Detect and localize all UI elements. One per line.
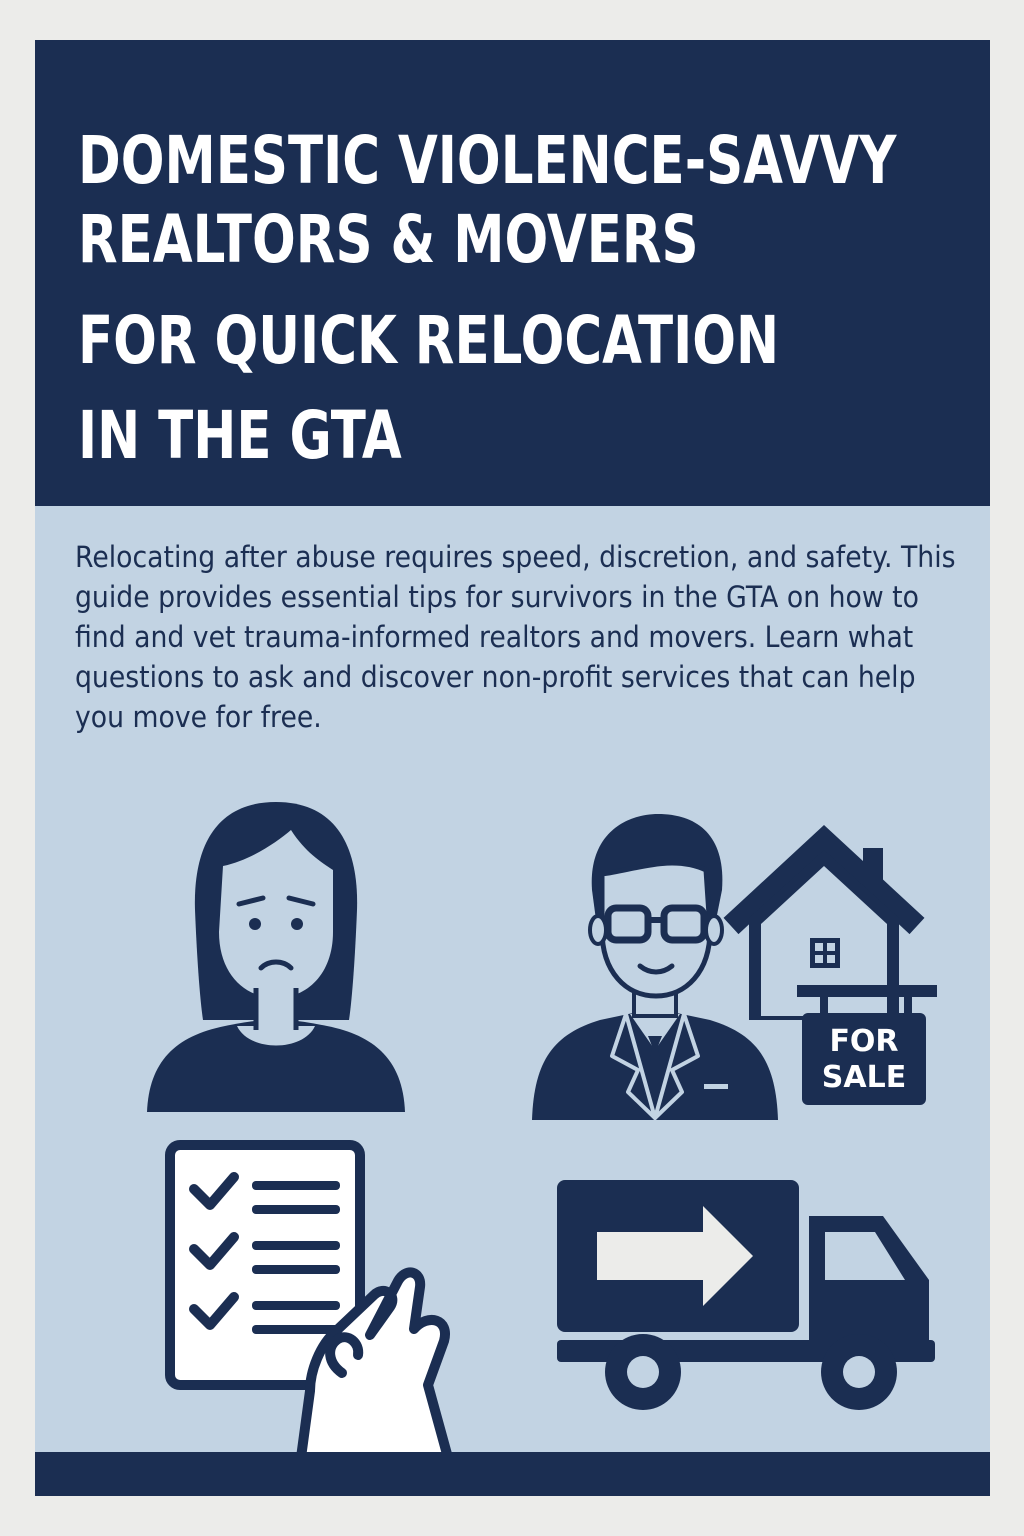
page-title-line-4: IN THE GTA <box>78 397 402 474</box>
survivor-woman-icon <box>147 802 405 1112</box>
checklist-icon <box>165 1140 455 1465</box>
page-title-line-3: FOR QUICK RELOCATION <box>78 302 780 379</box>
for-sale-text-line-2: SALE <box>821 1060 907 1095</box>
intro-paragraph: Relocating after abuse requires speed, d… <box>75 540 956 734</box>
poster: DOMESTIC VIOLENCE-SAVVY REALTORS & MOVER… <box>35 40 990 1496</box>
moving-truck-icon <box>557 1180 935 1410</box>
footer-bar <box>35 1452 990 1496</box>
page-title-line-2: REALTORS & MOVERS <box>78 201 699 278</box>
for-sale-text-line-1: FOR <box>829 1024 899 1059</box>
page-title-line-1: DOMESTIC VIOLENCE-SAVVY <box>78 122 897 199</box>
for-sale-sign-icon: FOR SALE <box>792 985 942 1115</box>
title-banner: DOMESTIC VIOLENCE-SAVVY REALTORS & MOVER… <box>35 40 990 506</box>
